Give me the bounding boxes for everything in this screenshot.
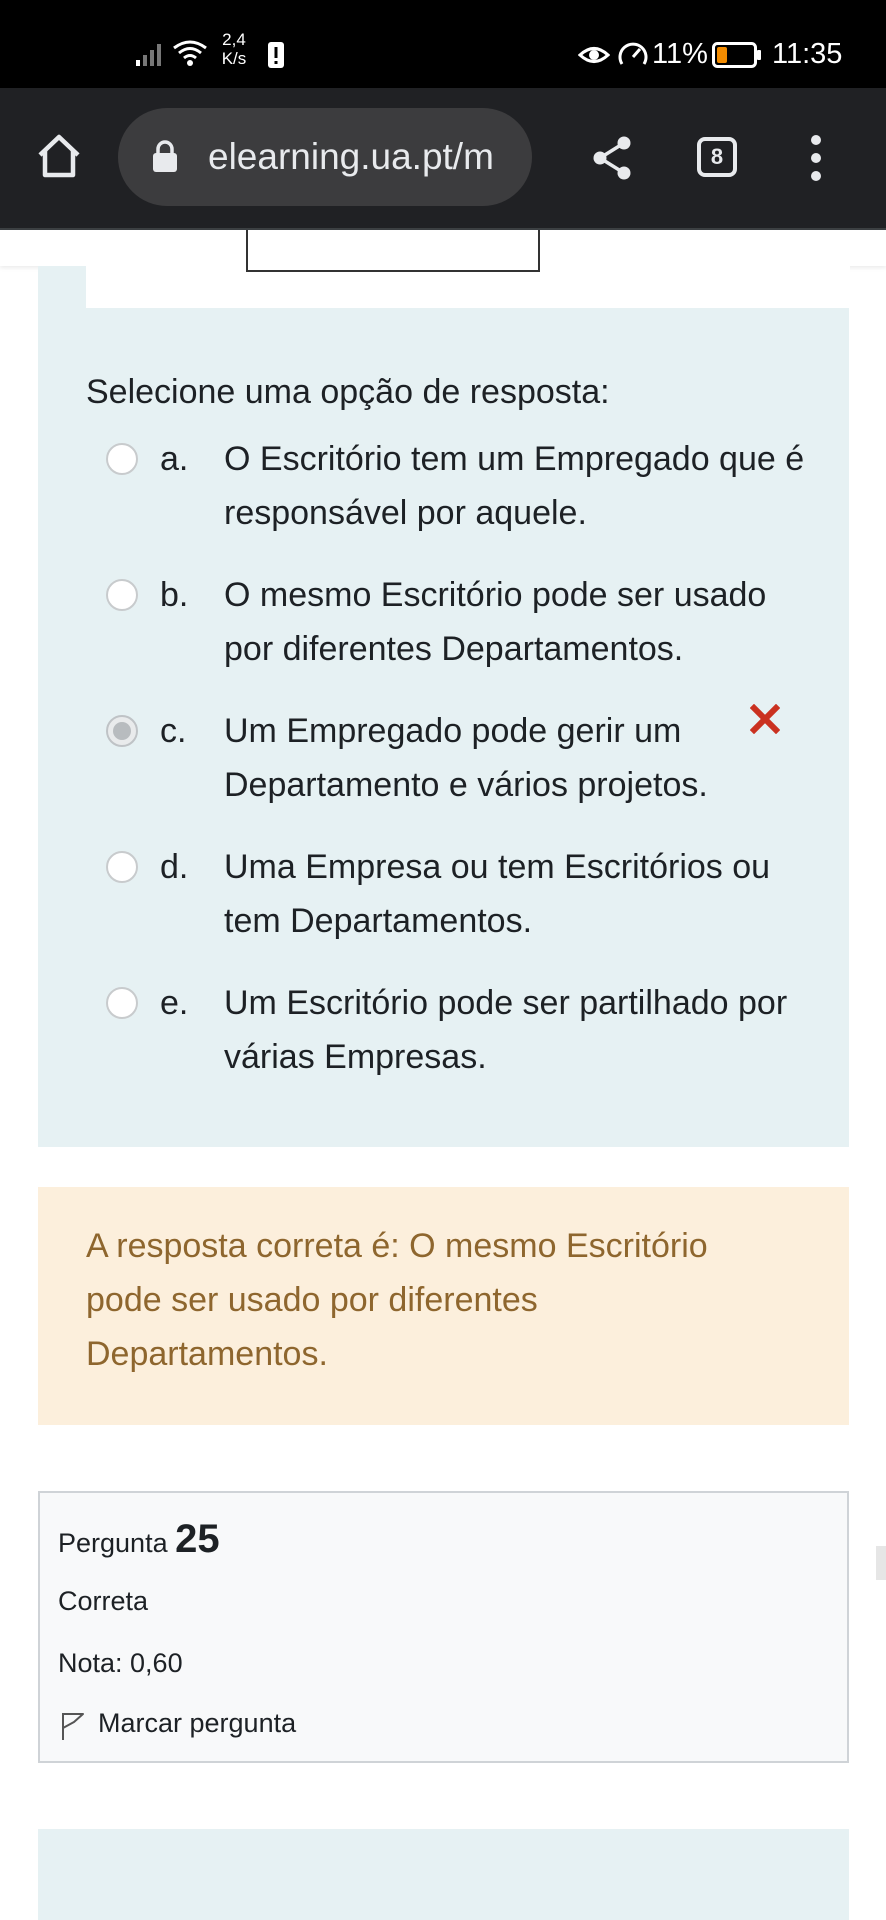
option-letter: b. [160,576,189,614]
option-text: Um Empregado pode gerir um Departamento … [224,712,708,804]
address-bar[interactable]: elearning.ua.pt/m [118,108,532,206]
radio-button[interactable] [106,443,138,475]
network-speed-value: 2,4 [222,30,246,49]
flag-question-label[interactable]: Marcar pergunta [98,1703,296,1743]
answer-option-c[interactable]: c. Um Empregado pode gerir um Departamen… [100,704,820,812]
network-speed-unit: K/s [221,49,247,68]
question-state: Correta [58,1586,149,1616]
answer-option-d[interactable]: d. Uma Empresa ou tem Escritórios ou tem… [100,840,820,948]
answer-option-b[interactable]: b. O mesmo Escritório pode ser usado por… [100,568,820,676]
option-text: O Escritório tem um Empregado que é resp… [224,440,805,532]
battery-icon [712,42,761,68]
option-letter: d. [160,848,189,886]
correct-answer-feedback: A resposta correta é: O mesmo Escritório… [38,1187,849,1425]
scroll-indicator[interactable] [876,1546,886,1580]
question-image [246,230,540,272]
option-text: Um Escritório pode ser partilhado por vá… [224,984,788,1076]
radio-button[interactable] [106,579,138,611]
tab-switcher-button[interactable]: 8 [697,137,737,177]
next-question-card [38,1829,849,1920]
answer-option-e[interactable]: e. Um Escritório pode ser partilhado por… [100,976,820,1084]
speedometer-icon [618,42,648,65]
answer-option-a[interactable]: a. O Escritório tem um Empregado que é r… [100,432,820,540]
answer-prompt: Selecione uma opção de resposta: [86,373,610,411]
option-letter: e. [160,984,189,1022]
share-icon[interactable] [590,134,634,182]
eye-comfort-icon [578,47,610,63]
battery-percent: 11% [652,38,708,70]
option-text: O mesmo Escritório pode ser usado por di… [224,576,767,668]
alert-icon [268,42,284,68]
network-speed: 2,4 K/s [216,30,252,68]
radio-button-selected[interactable] [106,715,138,747]
question-info-panel: Pergunta 25 Correta Nota: 0,60 Marcar pe… [38,1491,849,1763]
question-grade: Nota: 0,60 [58,1648,183,1678]
url-text: elearning.ua.pt/m [208,136,494,177]
browser-toolbar: elearning.ua.pt/m 8 [0,88,886,230]
feedback-text: A resposta correta é: O mesmo Escritório… [86,1227,708,1373]
more-menu-icon[interactable] [806,132,826,184]
question-number: Pergunta 25 [58,1515,220,1567]
option-text: Uma Empresa ou tem Escritórios ou tem De… [224,848,771,940]
flag-icon [62,1713,84,1740]
home-icon[interactable] [34,131,84,181]
radio-button[interactable] [106,987,138,1019]
question-number-value: 25 [175,1517,220,1561]
status-bar: 2,4 K/s 11% 11:35 [0,0,886,88]
option-letter: c. [160,712,187,750]
incorrect-icon [750,704,780,734]
option-letter: a. [160,440,189,478]
clock: 11:35 [772,38,843,70]
lock-icon [153,140,177,172]
question-label: Pergunta [58,1528,168,1558]
signal-icon [136,44,161,66]
radio-button[interactable] [106,851,138,883]
wifi-icon [173,40,207,66]
